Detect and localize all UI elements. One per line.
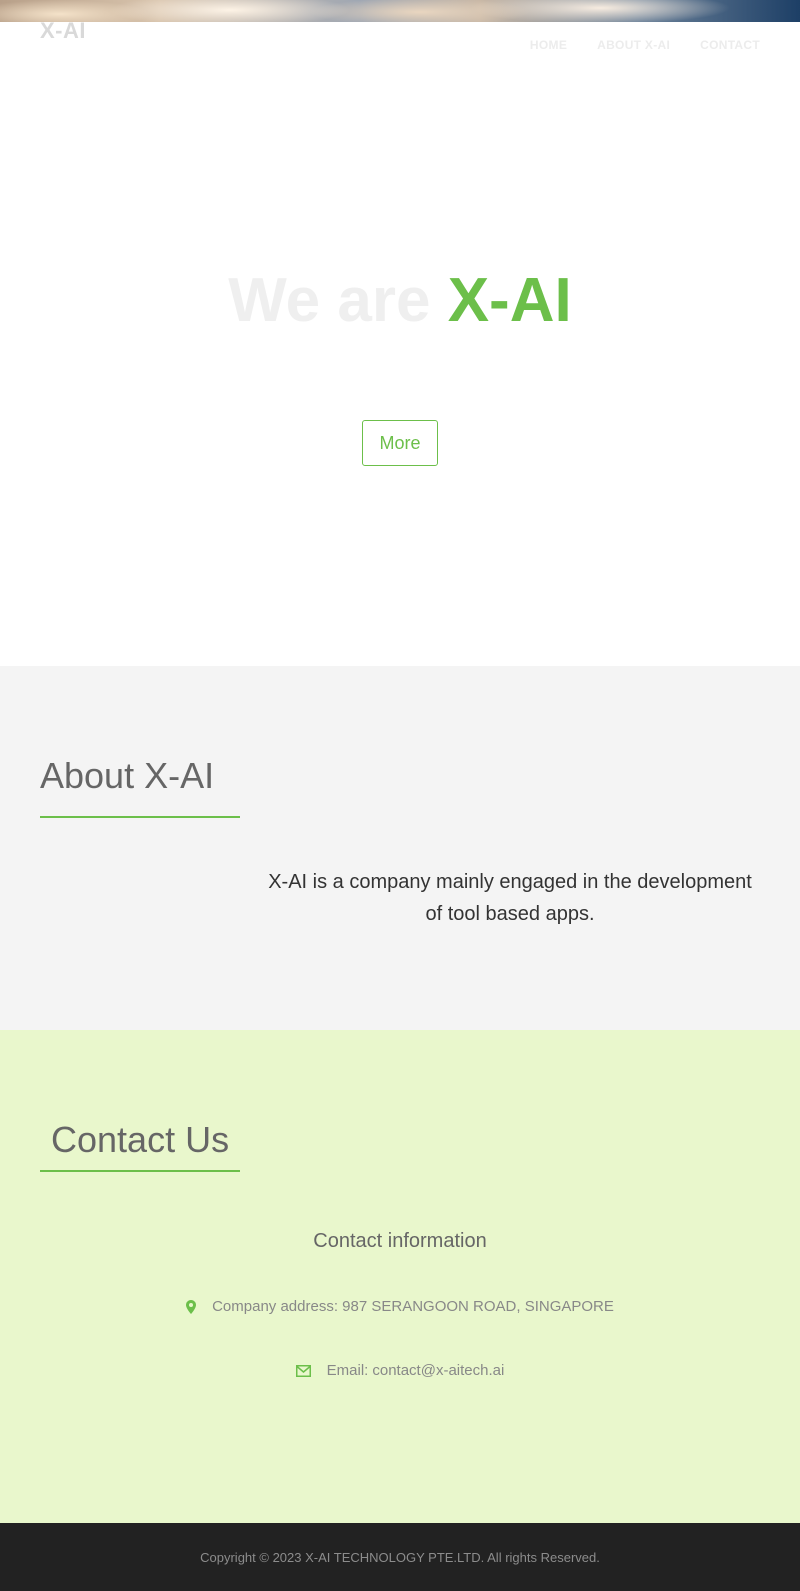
about-heading: About X-AI [40,755,215,796]
main-nav: HOME ABOUT X-AI CONTACT [530,38,760,52]
about-heading-underline [40,816,240,818]
hero-background-image [0,0,800,22]
contact-section: Contact Us Contact information Company a… [0,1030,800,1523]
footer-copyright: Copyright © 2023 X-AI TECHNOLOGY PTE.LTD… [200,1549,600,1565]
contact-heading-underline [40,1170,240,1172]
about-section: About X-AI X-AI is a company mainly enga… [0,666,800,1030]
contact-address-row: Company address: 987 SERANGOON ROAD, SIN… [0,1298,800,1315]
about-description: X-AI is a company mainly engaged in the … [268,871,752,925]
more-button[interactable]: More [362,420,438,466]
envelope-icon [295,1364,311,1377]
hero-title: We are X-AI [0,266,800,336]
nav-contact[interactable]: CONTACT [700,38,760,52]
contact-email-row: Email: contact@x-aitech.ai [0,1362,800,1379]
contact-heading: Contact Us [51,1119,230,1160]
contact-address: Company address: 987 SERANGOON ROAD, SIN… [212,1298,614,1315]
contact-email-link[interactable]: contact@x-aitech.ai [372,1362,504,1379]
contact-info-heading: Contact information [313,1230,487,1252]
hero-title-brand: X-AI [447,266,572,335]
hero-section: X-AI HOME ABOUT X-AI CONTACT We are X-AI… [0,0,800,666]
contact-email-label: Email: [326,1362,369,1379]
map-marker-icon [186,1299,197,1314]
nav-about[interactable]: ABOUT X-AI [597,38,670,52]
site-footer: Copyright © 2023 X-AI TECHNOLOGY PTE.LTD… [0,1523,800,1591]
site-logo[interactable]: X-AI [40,18,86,44]
nav-home[interactable]: HOME [530,38,567,52]
hero-title-lead: We are [228,266,448,335]
